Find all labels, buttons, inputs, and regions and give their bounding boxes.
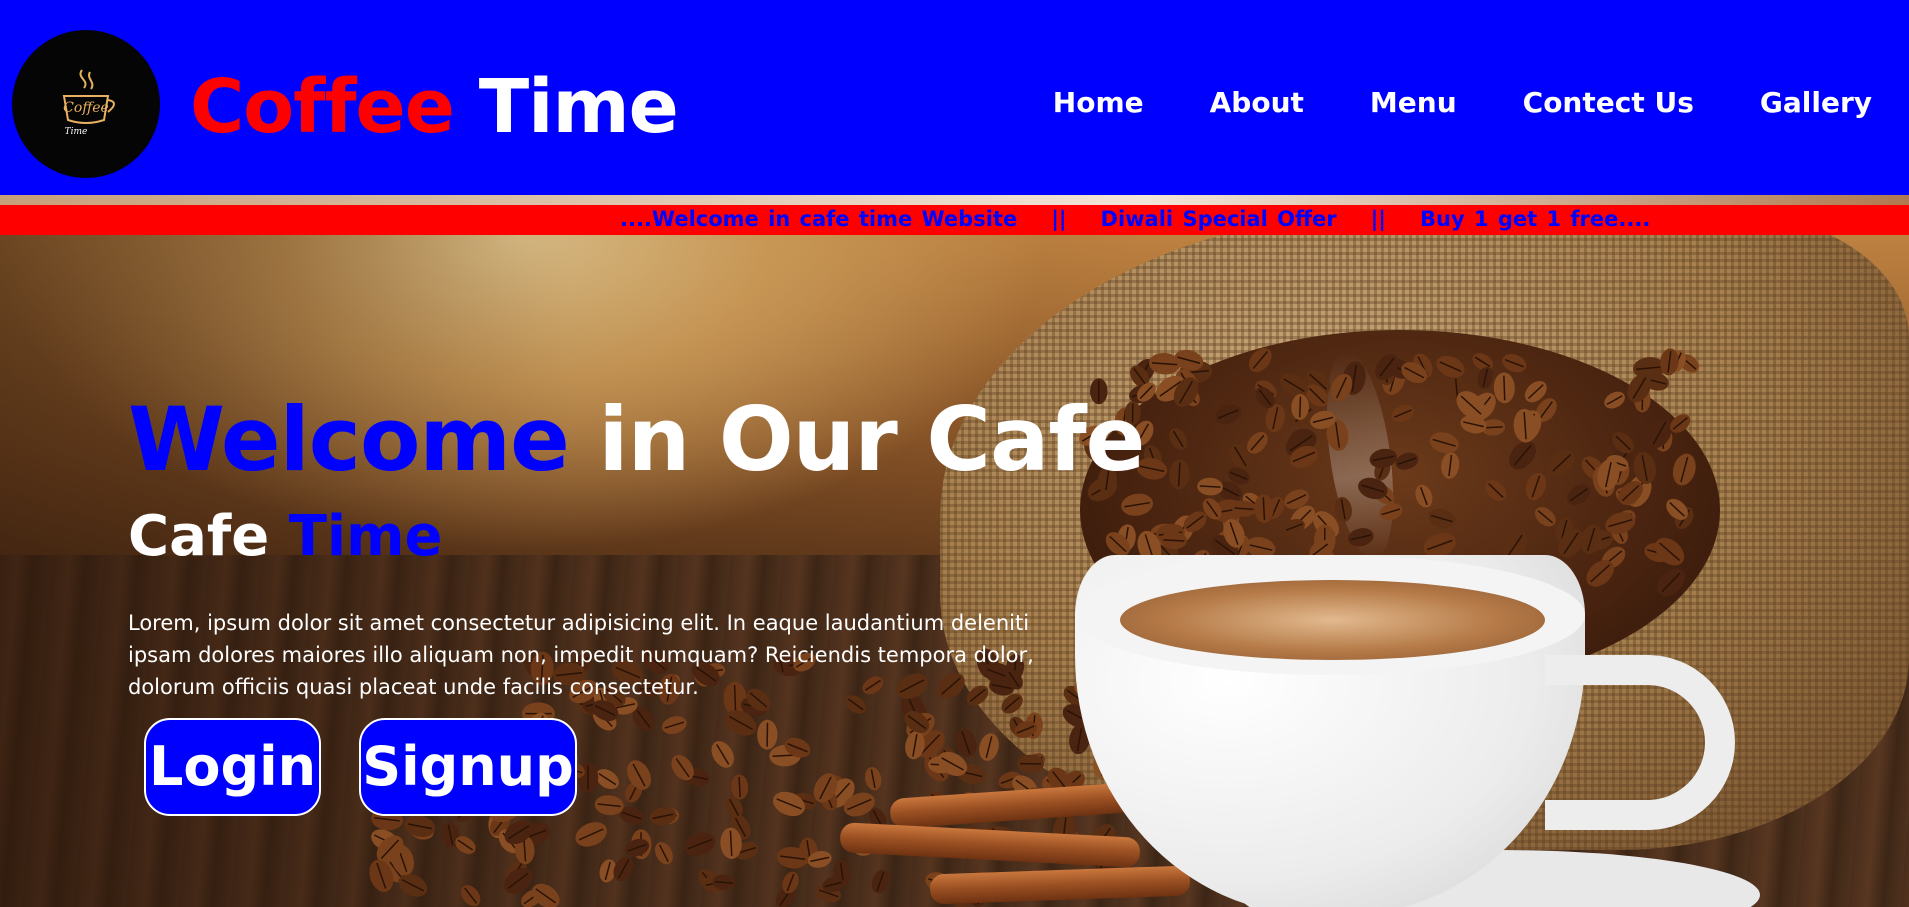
marquee-separator: || [1051, 207, 1067, 231]
nav-menu-link[interactable]: Menu [1370, 86, 1457, 119]
announcement-marquee: ....Welcome in cafe time Website || Diwali… [0, 205, 1909, 235]
hero-subtitle: Cafe Time [128, 503, 442, 571]
nav-gallery-link[interactable]: Gallery [1760, 86, 1872, 119]
signup-button[interactable]: Signup [359, 718, 577, 816]
logo-subtext: Time [65, 127, 88, 137]
login-button[interactable]: Login [144, 718, 321, 816]
nav-about-link[interactable]: About [1210, 86, 1304, 119]
marquee-track: ....Welcome in cafe time Website || Diwali… [620, 207, 1650, 231]
marquee-item-free: Buy 1 get 1 free.... [1419, 207, 1651, 231]
brand-title-first: Coffee [190, 64, 455, 150]
main-nav: Home About Menu Contect Us Gallery [1053, 86, 1872, 119]
coffee-surface [1120, 580, 1545, 660]
marquee-separator: || [1370, 207, 1386, 231]
logo-graphic: Coffee Time [62, 69, 115, 137]
nav-home-link[interactable]: Home [1053, 86, 1144, 119]
header-divider-strip [0, 195, 1909, 205]
coffee-cup-handle [1545, 655, 1735, 830]
logo-text: Coffee [63, 100, 109, 116]
hero-title-highlight: Welcome [128, 388, 570, 491]
hero-paragraph: Lorem, ipsum dolor sit amet consectetur … [128, 611, 1034, 699]
hero-title: Welcome in Our Cafe [128, 388, 1145, 491]
hero-title-rest: in Our Cafe [598, 388, 1145, 491]
brand-title: Coffee Time [190, 62, 679, 152]
hero-subtitle-first: Cafe [128, 504, 270, 569]
brand-title-second: Time [478, 64, 679, 150]
nav-contact-link[interactable]: Contect Us [1523, 86, 1694, 119]
hero-subtitle-second: Time [288, 504, 443, 569]
site-header: Coffee Time Coffee Time Home About Menu … [0, 0, 1909, 195]
marquee-item-welcome: ....Welcome in cafe time Website [620, 207, 1018, 231]
coffee-cup-logo-icon[interactable]: Coffee Time [12, 30, 160, 178]
marquee-item-offer: Diwali Special Offer [1100, 207, 1337, 231]
